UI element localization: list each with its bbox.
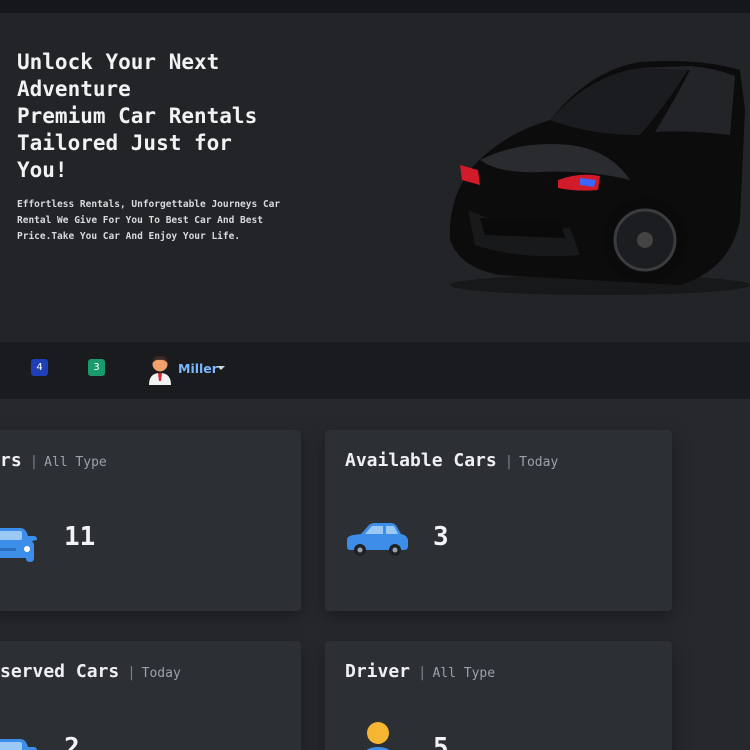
card-value: 3 — [433, 522, 449, 552]
card-value: 11 — [64, 522, 96, 552]
stat-card-reserved-cars: served Cars | Today 2 — [0, 641, 301, 750]
card-meta: All Type — [44, 455, 107, 470]
car-front-icon — [0, 739, 37, 750]
top-strip — [0, 0, 750, 13]
hero-subtitle: Effortless Rentals, Unforgettable Journe… — [17, 197, 317, 245]
stat-card-available-cars: Available Cars | Today 3 — [325, 430, 672, 611]
card-title: Driver — [345, 661, 411, 682]
card-value: 5 — [433, 733, 449, 750]
hero-title-line: Tailored Just for — [17, 131, 232, 155]
user-menu-toggle[interactable]: Miller — [178, 361, 218, 376]
hero-title-line: Adventure — [17, 77, 131, 101]
card-title: served Cars — [0, 661, 120, 682]
hero-subtitle-line: Price.Take You Car And Enjoy Your Life. — [17, 231, 241, 242]
card-meta: Today — [519, 455, 559, 470]
sports-car-image — [449, 61, 750, 295]
hero-title-line: Premium Car Rentals — [17, 104, 258, 128]
card-value: 2 — [64, 733, 80, 750]
stat-card-driver: Driver | All Type 5 — [325, 641, 672, 750]
card-title: rs — [0, 450, 22, 471]
driver-icon — [366, 722, 390, 750]
card-title: Available Cars — [345, 450, 497, 471]
hero-title: Unlock Your Next Adventure Premium Car R… — [17, 49, 317, 184]
stat-card-total-cars: rs | All Type 11 — [0, 430, 301, 611]
car-side-icon — [347, 523, 408, 556]
hero-subtitle-line: Effortless Rentals, Unforgettable Journe… — [17, 199, 281, 210]
hero-title-line: You! — [17, 158, 68, 182]
card-separator: | — [418, 665, 427, 681]
message-badge[interactable]: 3 — [88, 359, 105, 376]
notification-badge[interactable]: 4 — [31, 359, 48, 376]
card-separator: | — [29, 454, 39, 470]
car-front-icon — [0, 528, 37, 562]
hero-subtitle-line: Rental We Give For You To Best Car And B… — [17, 215, 263, 226]
chevron-down-icon[interactable] — [217, 366, 225, 370]
top-navbar — [0, 342, 750, 399]
card-separator: | — [127, 665, 136, 681]
hero-title-line: Unlock Your Next — [17, 50, 220, 74]
card-meta: Today — [141, 666, 181, 681]
user-avatar-icon[interactable] — [146, 353, 174, 385]
card-meta: All Type — [432, 666, 496, 681]
card-separator: | — [504, 454, 514, 470]
